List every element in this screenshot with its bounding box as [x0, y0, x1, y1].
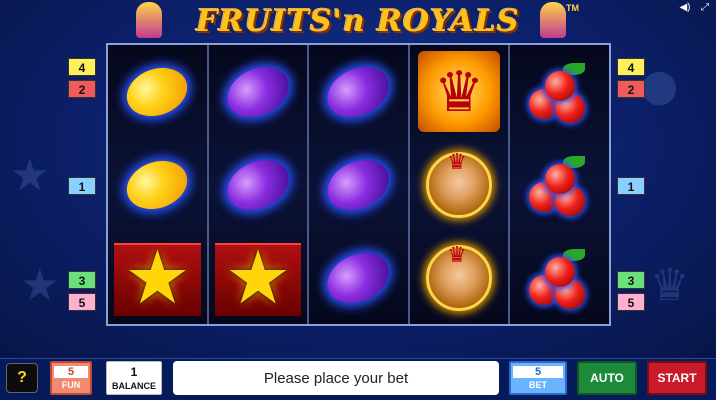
game-logo: FRUITS'n ROYALS TM [0, 0, 716, 42]
reel-cell [510, 231, 609, 324]
background-crown-icon: ♛ [650, 260, 690, 311]
background-star-icon: ★ [10, 150, 50, 201]
payline-badge[interactable]: 4 [617, 58, 645, 76]
reel-cell [108, 138, 207, 231]
reel-2: ★ [208, 45, 310, 324]
auto-button[interactable]: AUTO [577, 361, 637, 395]
balance-label: BALANCE [112, 381, 156, 391]
reel-cell [309, 45, 408, 138]
payline-badge[interactable]: 1 [617, 177, 645, 195]
balance-value: 1 [130, 365, 138, 379]
reel-cell: ♛ [410, 45, 509, 138]
crown-icon: ♛ [433, 59, 485, 123]
reel-cell [108, 45, 207, 138]
control-bar: ? 5 FUN 1 BALANCE Please place your bet … [0, 358, 716, 400]
background-plum-icon: ● [640, 60, 679, 111]
reel-5 [510, 45, 609, 324]
fun-label: FUN [61, 380, 81, 390]
payline-badge[interactable]: 2 [68, 80, 96, 98]
plum-icon [219, 57, 297, 126]
star-icon: ★ [124, 234, 191, 321]
plum-icon [319, 57, 398, 126]
reel-cell: ★ [209, 231, 308, 324]
star-icon: ★ [224, 234, 292, 321]
reel-cell [309, 231, 408, 324]
queen-icon: ♛ [426, 149, 493, 218]
message-box: Please place your bet [173, 361, 499, 395]
game-title: FRUITS'n ROYALS [196, 3, 520, 39]
reel-cell [510, 138, 609, 231]
help-button[interactable]: ? [6, 363, 38, 393]
bet-label: BET [529, 380, 547, 390]
reel-1: ★ [108, 45, 209, 324]
logo-king-icon [136, 2, 162, 38]
bet-value: 5 [513, 366, 563, 378]
reel-cell [209, 45, 308, 138]
paylines-right: 4 2 1 3 5 [617, 0, 645, 358]
logo-queen-icon [540, 2, 566, 38]
payline-badge[interactable]: 1 [68, 177, 96, 195]
bet-selector[interactable]: 5 BET [509, 361, 567, 395]
payline-badge[interactable]: 3 [68, 271, 96, 289]
start-button[interactable]: START [647, 361, 707, 395]
balance-display: 1 BALANCE [106, 361, 162, 395]
fullscreen-icon[interactable]: ⤢ [698, 2, 712, 13]
lemon-icon [120, 152, 195, 218]
trademark: TM [566, 3, 579, 13]
payline-badge[interactable]: 3 [617, 271, 645, 289]
volume-icon[interactable]: ◀) [678, 2, 692, 13]
reel-4: ♛ ♛ ♛ [409, 45, 511, 324]
system-icons: ◀) ⤢ [678, 2, 712, 13]
lemon-icon [120, 59, 195, 125]
paylines-left: 4 2 1 3 5 [68, 0, 96, 358]
queen-icon: ♛ [426, 242, 493, 311]
reel-cell [209, 138, 308, 231]
reel-3 [309, 45, 410, 324]
payline-badge[interactable]: 2 [617, 80, 645, 98]
reel-cell [309, 138, 408, 231]
cherries-icon [527, 152, 593, 218]
payline-badge[interactable]: 5 [617, 293, 645, 311]
payline-badge[interactable]: 4 [68, 58, 96, 76]
plum-icon [319, 243, 398, 312]
reel-cell [510, 45, 609, 138]
cherries-icon [527, 245, 593, 311]
background-star-icon: ★ [20, 260, 60, 311]
reel-cell: ★ [108, 231, 207, 324]
slot-reels: ★ ★ ♛ ♛ ♛ [106, 43, 611, 326]
plum-icon [319, 150, 398, 219]
fun-selector[interactable]: 5 FUN [50, 361, 92, 395]
reel-cell: ♛ [410, 138, 509, 231]
plum-icon [219, 150, 297, 219]
payline-badge[interactable]: 5 [68, 293, 96, 311]
fun-value: 5 [54, 366, 88, 378]
cherries-icon [527, 59, 593, 125]
reel-cell: ♛ [410, 231, 509, 324]
